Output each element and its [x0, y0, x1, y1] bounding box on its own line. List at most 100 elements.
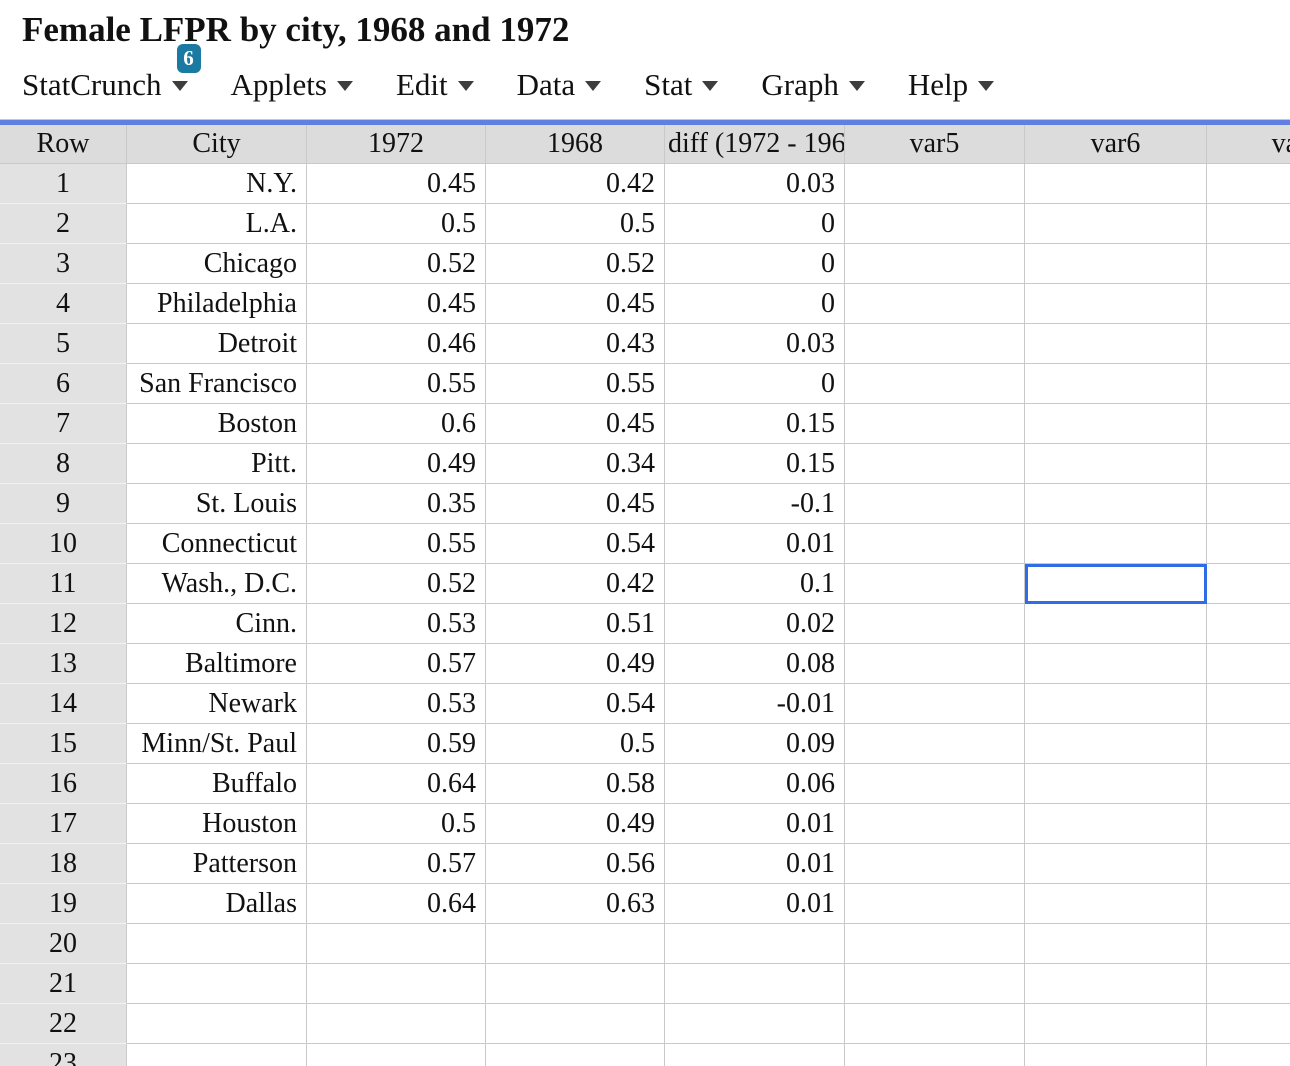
data-cell[interactable]	[845, 324, 1025, 364]
data-cell[interactable]	[665, 924, 845, 964]
data-cell[interactable]	[1207, 724, 1290, 764]
data-cell[interactable]	[486, 1044, 665, 1066]
data-cell[interactable]: 0.46	[307, 324, 486, 364]
data-cell[interactable]: Detroit	[127, 324, 307, 364]
data-cell[interactable]	[845, 644, 1025, 684]
data-cell[interactable]: 0.45	[307, 164, 486, 204]
data-cell[interactable]	[1207, 684, 1290, 724]
data-cell[interactable]: N.Y.	[127, 164, 307, 204]
data-cell[interactable]: 0.63	[486, 884, 665, 924]
data-cell[interactable]	[307, 1044, 486, 1066]
selected-cell[interactable]	[1025, 564, 1207, 604]
data-cell[interactable]: 0.64	[307, 764, 486, 804]
data-cell[interactable]: Pitt.	[127, 444, 307, 484]
data-cell[interactable]: 0.57	[307, 644, 486, 684]
data-cell[interactable]	[1025, 804, 1207, 844]
data-cell[interactable]	[1207, 444, 1290, 484]
data-cell[interactable]: 0.49	[307, 444, 486, 484]
data-cell[interactable]: 0.08	[665, 644, 845, 684]
data-cell[interactable]	[845, 884, 1025, 924]
data-cell[interactable]: 0.56	[486, 844, 665, 884]
data-cell[interactable]	[1025, 484, 1207, 524]
data-cell[interactable]	[1025, 284, 1207, 324]
data-cell[interactable]: 0.53	[307, 604, 486, 644]
column-header-1972[interactable]: 1972	[307, 125, 486, 164]
data-cell[interactable]: 0	[665, 204, 845, 244]
data-cell[interactable]: 0.52	[307, 244, 486, 284]
data-cell[interactable]: Wash., D.C.	[127, 564, 307, 604]
data-cell[interactable]	[307, 964, 486, 1004]
row-number-cell[interactable]: 17	[0, 804, 127, 844]
data-cell[interactable]	[1025, 644, 1207, 684]
data-cell[interactable]	[486, 1004, 665, 1044]
data-cell[interactable]	[845, 444, 1025, 484]
data-cell[interactable]	[1207, 364, 1290, 404]
row-number-cell[interactable]: 3	[0, 244, 127, 284]
data-cell[interactable]	[1025, 724, 1207, 764]
data-cell[interactable]: 0.55	[486, 364, 665, 404]
data-cell[interactable]	[1207, 764, 1290, 804]
data-cell[interactable]: 0.45	[486, 284, 665, 324]
data-cell[interactable]	[845, 684, 1025, 724]
data-cell[interactable]: 0.03	[665, 324, 845, 364]
menu-item-data[interactable]: Data	[517, 68, 602, 102]
data-cell[interactable]: 0.42	[486, 164, 665, 204]
data-cell[interactable]	[1207, 564, 1290, 604]
row-number-cell[interactable]: 23	[0, 1044, 127, 1066]
row-number-cell[interactable]: 8	[0, 444, 127, 484]
data-cell[interactable]: 0.45	[486, 404, 665, 444]
data-cell[interactable]: Connecticut	[127, 524, 307, 564]
data-cell[interactable]: 0.5	[307, 804, 486, 844]
row-number-cell[interactable]: 22	[0, 1004, 127, 1044]
data-cell[interactable]: 0.02	[665, 604, 845, 644]
data-cell[interactable]: 0.55	[307, 524, 486, 564]
data-cell[interactable]	[845, 964, 1025, 1004]
row-number-cell[interactable]: 10	[0, 524, 127, 564]
data-cell[interactable]: 0.5	[486, 724, 665, 764]
data-cell[interactable]: -0.01	[665, 684, 845, 724]
row-number-cell[interactable]: 21	[0, 964, 127, 1004]
data-cell[interactable]: 0.54	[486, 524, 665, 564]
data-cell[interactable]: 0.45	[307, 284, 486, 324]
data-cell[interactable]: 0.55	[307, 364, 486, 404]
data-cell[interactable]	[1207, 804, 1290, 844]
data-cell[interactable]	[1207, 484, 1290, 524]
data-cell[interactable]	[1025, 404, 1207, 444]
data-cell[interactable]	[1025, 524, 1207, 564]
data-cell[interactable]: 0.52	[486, 244, 665, 284]
data-cell[interactable]: 0.35	[307, 484, 486, 524]
data-cell[interactable]: 0	[665, 244, 845, 284]
data-cell[interactable]: 0.45	[486, 484, 665, 524]
data-cell[interactable]	[845, 284, 1025, 324]
data-cell[interactable]: 0	[665, 364, 845, 404]
data-cell[interactable]	[845, 804, 1025, 844]
data-cell[interactable]	[1207, 924, 1290, 964]
data-cell[interactable]	[1025, 604, 1207, 644]
data-cell[interactable]	[845, 164, 1025, 204]
row-number-cell[interactable]: 15	[0, 724, 127, 764]
data-cell[interactable]: 0.53	[307, 684, 486, 724]
data-cell[interactable]: St. Louis	[127, 484, 307, 524]
data-cell[interactable]: Patterson	[127, 844, 307, 884]
data-cell[interactable]	[1207, 164, 1290, 204]
row-number-cell[interactable]: 1	[0, 164, 127, 204]
data-cell[interactable]: 0.1	[665, 564, 845, 604]
data-cell[interactable]	[845, 244, 1025, 284]
data-cell[interactable]: Cinn.	[127, 604, 307, 644]
column-header-var5[interactable]: var5	[845, 125, 1025, 164]
row-number-cell[interactable]: 18	[0, 844, 127, 884]
data-cell[interactable]	[845, 604, 1025, 644]
data-cell[interactable]	[1025, 964, 1207, 1004]
row-number-cell[interactable]: 19	[0, 884, 127, 924]
data-cell[interactable]: Minn/St. Paul	[127, 724, 307, 764]
data-cell[interactable]: 0.15	[665, 444, 845, 484]
data-cell[interactable]	[665, 1044, 845, 1066]
data-cell[interactable]: 0.09	[665, 724, 845, 764]
row-number-cell[interactable]: 13	[0, 644, 127, 684]
data-cell[interactable]: Houston	[127, 804, 307, 844]
row-number-cell[interactable]: 20	[0, 924, 127, 964]
data-cell[interactable]	[1025, 924, 1207, 964]
data-cell[interactable]	[486, 964, 665, 1004]
data-cell[interactable]: 0.64	[307, 884, 486, 924]
data-cell[interactable]	[1207, 844, 1290, 884]
